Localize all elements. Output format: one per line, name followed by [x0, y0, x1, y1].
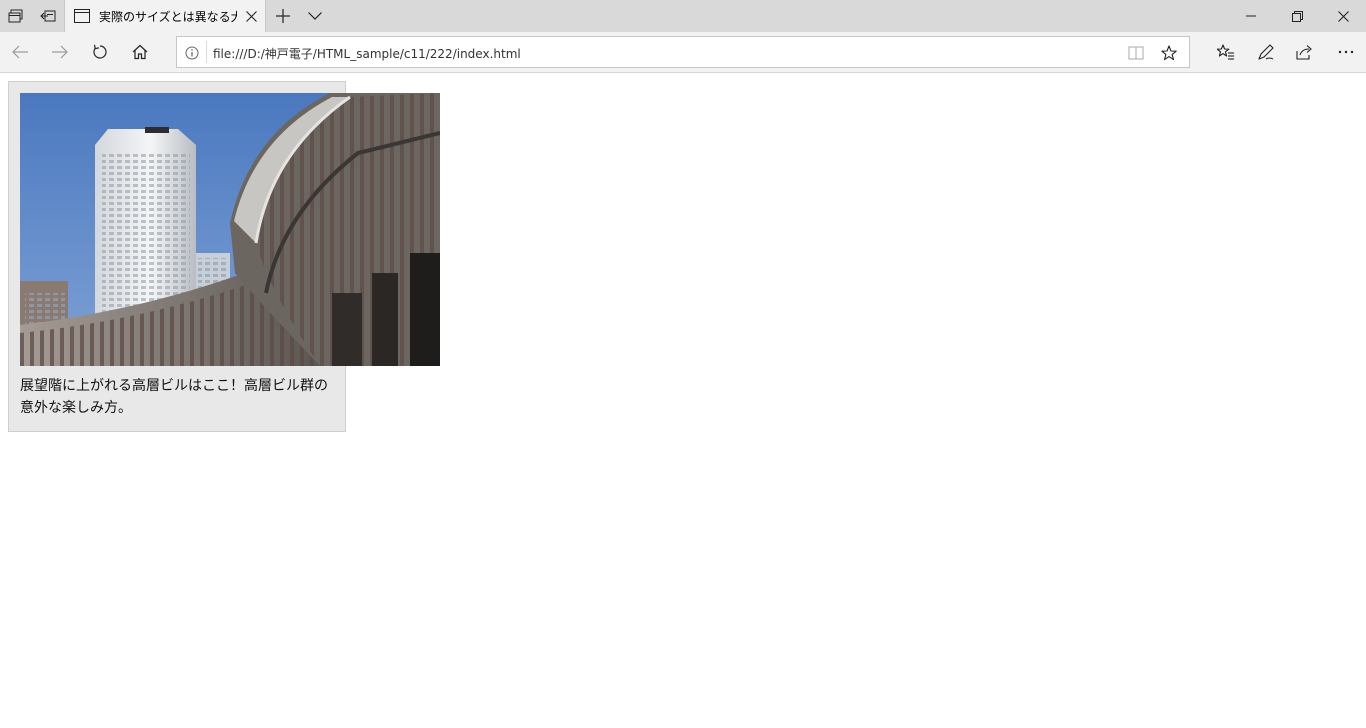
tab-manager-icon [8, 9, 23, 23]
chevron-down-icon [308, 12, 322, 20]
set-aside-tabs-icon [40, 10, 56, 22]
browser-tab[interactable]: 実際のサイズとは異なる大 [64, 0, 266, 32]
close-tab-button[interactable] [243, 8, 259, 24]
address-bar[interactable]: file:///D:/神戸電子/HTML_sample/c11/222/inde… [176, 36, 1190, 68]
tab-title: 実際のサイズとは異なる大 [99, 10, 237, 24]
new-tab-button[interactable] [267, 0, 299, 32]
minimize-icon [1246, 15, 1256, 17]
set-aside-tabs-button[interactable] [32, 0, 64, 32]
notes-button[interactable] [1246, 32, 1286, 72]
star-icon [1161, 45, 1177, 61]
forward-arrow-icon [52, 45, 68, 59]
tab-preview-button[interactable] [299, 0, 331, 32]
tab-manager-button[interactable] [0, 0, 32, 32]
building-photo [20, 93, 440, 366]
favorites-hub-icon [1217, 44, 1234, 60]
pen-icon [1258, 44, 1274, 60]
url-text[interactable]: file:///D:/神戸電子/HTML_sample/c11/222/inde… [213, 45, 521, 62]
address-separator [206, 41, 207, 63]
back-arrow-icon [12, 45, 28, 59]
restore-button[interactable] [1274, 0, 1320, 32]
figure-box: 展望階に上がれる高層ビルはここ！高層ビル群の意外な楽しみ方。 [8, 81, 440, 432]
close-icon [1337, 10, 1349, 22]
navigation-bar: file:///D:/神戸電子/HTML_sample/c11/222/inde… [0, 32, 1366, 73]
favorites-hub-button[interactable] [1206, 32, 1246, 72]
minimize-button[interactable] [1228, 0, 1274, 32]
close-window-button[interactable] [1320, 0, 1366, 32]
add-favorite-button[interactable] [1155, 39, 1183, 67]
more-button[interactable] [1326, 32, 1366, 72]
refresh-icon [93, 44, 107, 59]
reading-view-button[interactable] [1122, 39, 1150, 67]
restore-icon [1291, 10, 1303, 22]
close-icon [245, 10, 257, 22]
home-button[interactable] [120, 32, 160, 72]
back-button[interactable] [0, 32, 40, 72]
forward-button[interactable] [40, 32, 80, 72]
figure-caption: 展望階に上がれる高層ビルはここ！高層ビル群の意外な楽しみ方。 [20, 378, 328, 416]
tab-strip: 実際のサイズとは異なる大 [0, 0, 1366, 32]
home-icon [132, 44, 148, 60]
page-content: 展望階に上がれる高層ビルはここ！高層ビル群の意外な楽しみ方。 [0, 73, 1366, 728]
share-icon [1296, 45, 1312, 60]
page-icon [74, 9, 90, 23]
reading-view-icon [1128, 46, 1144, 60]
info-icon[interactable] [184, 45, 200, 61]
plus-icon [276, 9, 290, 23]
share-button[interactable] [1285, 32, 1325, 72]
more-icon [1338, 50, 1354, 54]
refresh-button[interactable] [80, 32, 120, 72]
